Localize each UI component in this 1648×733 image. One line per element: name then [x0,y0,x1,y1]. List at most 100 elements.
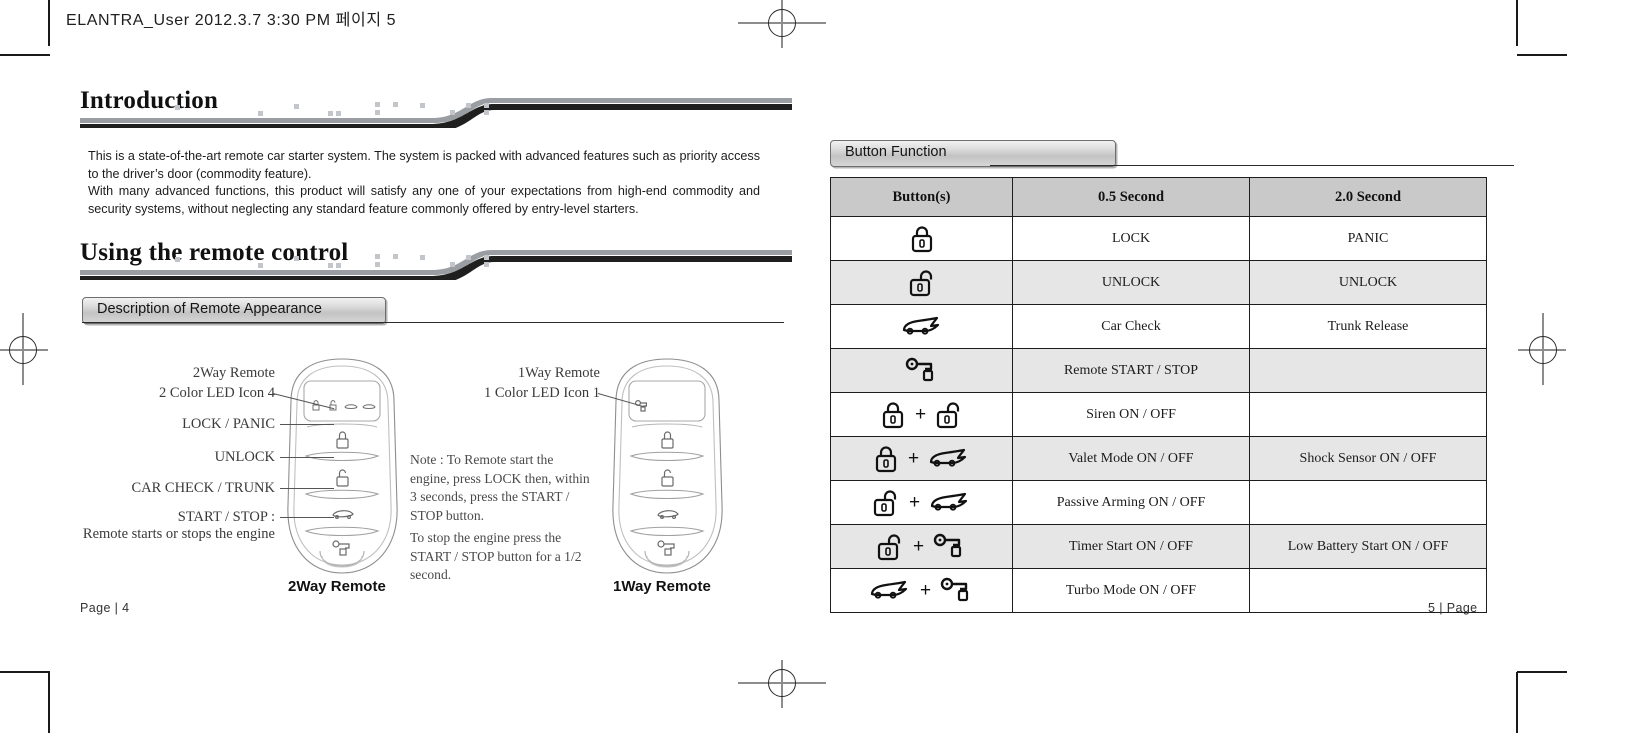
table-row: Remote START / STOP [830,348,1487,393]
crop-mark-top-right-h [1517,54,1567,56]
two-second-cell: Trunk Release [1249,304,1487,349]
callout-two-way-led: 2Way Remote 2 Color LED Icon 4 [140,363,275,403]
table-row: UNLOCK UNLOCK [830,260,1487,305]
plus-separator: + [907,448,920,469]
key-icon [933,533,962,557]
callout-one-way-led: 1Way Remote 1 Color LED Icon 1 [465,363,600,403]
subsection-tab-label-right: Button Function [845,144,947,160]
button-combo: + [831,394,1012,435]
button-combo-cell: + [830,568,1013,613]
section-using-the-remote-control: Using the remote control [80,240,792,284]
button-combo: + [831,526,1012,567]
caption-two-way-remote: 2Way Remote [288,578,386,595]
table-row: + Valet Mode ON / OFF Shock Sensor ON / O… [830,436,1487,481]
half-second-cell: Siren ON / OFF [1012,392,1250,437]
leader-line-unlock [280,457,334,458]
callout-unlock-label: UNLOCK [214,449,275,465]
button-combo-cell: + [830,524,1013,569]
print-header-text: ELANTRA_User 2012.3.7 3:30 PM 페이지 5 [66,12,397,29]
heading-swoosh-using-remote [80,250,792,280]
callout-one-way-led-line1: 1Way Remote [517,365,600,381]
button-combo [831,218,1012,259]
registration-mark-right [1518,313,1566,385]
subsection-tab-description-of-remote-appearance[interactable]: Description of Remote Appearance [82,297,386,324]
crop-mark-bottom-right-h [1517,671,1567,673]
table-row: LOCK PANIC [830,216,1487,261]
manual-spread: ELANTRA_User 2012.3.7 3:30 PM 페이지 5 Intr… [0,0,1648,733]
callout-start-stop: START / STOP : [125,509,275,526]
button-combo-cell [830,260,1013,305]
two-second-cell: UNLOCK [1249,260,1487,305]
registration-mark-top [738,0,826,48]
two-second-cell: Shock Sensor ON / OFF [1249,436,1487,481]
two-second-cell: PANIC [1249,216,1487,261]
half-second-cell: Car Check [1012,304,1250,349]
car-icon [902,316,939,335]
button-combo-cell: + [830,436,1013,481]
registration-mark-left [0,313,48,385]
table-row: + Turbo Mode ON / OFF [830,568,1487,613]
table-row: + Siren ON / OFF [830,392,1487,437]
table-body: LOCK PANIC UNLOCK UNLOCK Car Check Trunk Re… [830,216,1487,613]
half-second-cell: Remote START / STOP [1012,348,1250,393]
two-second-cell [1249,348,1487,393]
unlock-icon [936,401,960,428]
callout-one-way-led-line2: 1 Color LED Icon 1 [484,385,600,401]
column-header-buttons: Button(s) [830,177,1013,217]
registration-mark-bottom [738,660,826,708]
callout-unlock: UNLOCK [150,449,275,466]
crop-mark-bottom-left-v [48,672,50,733]
crop-mark-top-right-v [1516,0,1518,46]
half-second-cell: Passive Arming ON / OFF [1012,480,1250,525]
lock-icon [911,225,932,252]
intro-paragraph-1: This is a state-of-the-art remote car st… [88,149,760,181]
button-combo: + [831,570,1012,611]
button-combo: + [831,438,1012,479]
button-function-table: Button(s) 0.5 Second 2.0 Second LOCK PANI… [830,177,1487,613]
caption-one-way-remote: 1Way Remote [613,578,711,595]
leader-line-lock-panic [280,424,334,425]
car-icon [930,492,968,511]
plus-separator: + [912,536,925,557]
heading-swoosh-introduction [80,98,792,128]
button-combo: + [831,482,1012,523]
half-second-cell: Valet Mode ON / OFF [1012,436,1250,481]
button-combo-cell: + [830,392,1013,437]
two-second-cell [1249,392,1487,437]
callout-start-stop-sub: Remote starts or stops the engine [82,526,275,542]
crop-mark-top-left-v [48,0,50,46]
two-second-cell [1249,480,1487,525]
section-introduction: Introduction [80,88,792,132]
subsection-tab-label-left: Description of Remote Appearance [97,301,322,317]
lock-icon [882,401,904,428]
table-header-row: Button(s) 0.5 Second 2.0 Second [830,177,1487,217]
table-row: + Passive Arming ON / OFF [830,480,1487,525]
half-second-cell: Turbo Mode ON / OFF [1012,568,1250,613]
button-combo [831,262,1012,303]
column-header-two-second: 2.0 Second [1249,177,1487,217]
note-remote-stop: To stop the engine press the START / STO… [410,530,582,582]
leader-line-car-check [280,488,334,489]
crop-mark-top-left-h [0,54,50,56]
callout-lock-panic-label: LOCK / PANIC [182,416,275,432]
button-combo [831,350,1012,391]
lock-icon [875,445,897,472]
button-combo-cell [830,304,1013,349]
two-second-cell: Low Battery Start ON / OFF [1249,524,1487,569]
button-combo-cell [830,348,1013,393]
callout-car-check-trunk: CAR CHECK / TRUNK [125,480,275,497]
plus-separator: + [914,404,927,425]
plus-separator: + [908,492,921,513]
button-combo [831,306,1012,347]
subsection-rule-left [82,322,784,323]
crop-mark-bottom-left-h [0,671,50,673]
car-icon [870,580,908,599]
key-icon [905,357,933,381]
table-row: Car Check Trunk Release [830,304,1487,349]
one-way-remote-illustration [612,358,723,574]
callout-car-check-trunk-label: CAR CHECK / TRUNK [131,480,275,496]
unlock-icon [873,489,897,516]
callout-two-way-led-line2: 2 Color LED Icon 4 [159,385,275,401]
intro-paragraph-2: With many advanced functions, this produ… [88,184,760,216]
subsection-tab-button-function[interactable]: Button Function [830,140,1116,167]
